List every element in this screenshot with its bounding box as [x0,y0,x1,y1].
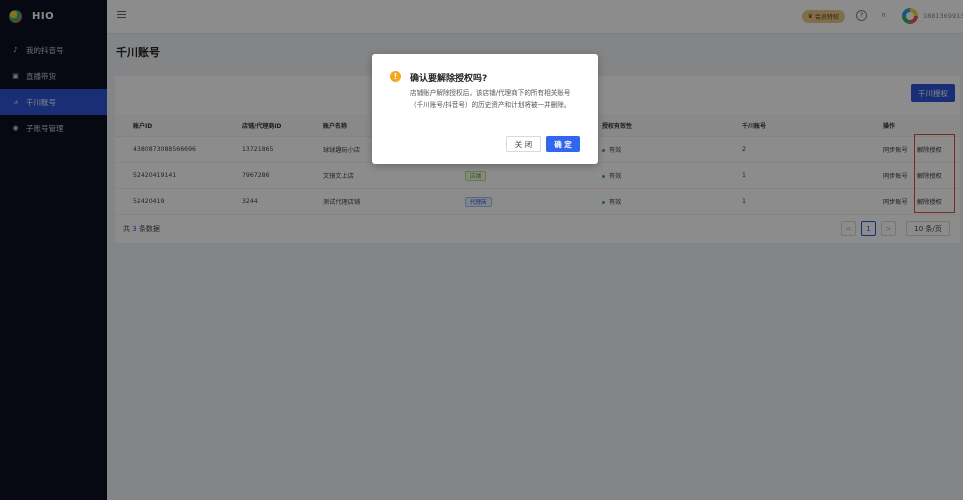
close-button[interactable]: 关 闭 [506,136,541,152]
dialog-title: 确认要解除授权吗? [410,74,488,84]
warning-icon: ! [390,71,401,82]
dialog-message: 店铺账户解除授权后，该店铺/代理商下的所有相关账号（千川账号/抖音号）的历史资产… [410,89,571,109]
confirm-dialog: ! 确认要解除授权吗? 店铺账户解除授权后，该店铺/代理商下的所有相关账号（千川… [372,54,598,164]
confirm-button[interactable]: 确 定 [546,136,580,152]
